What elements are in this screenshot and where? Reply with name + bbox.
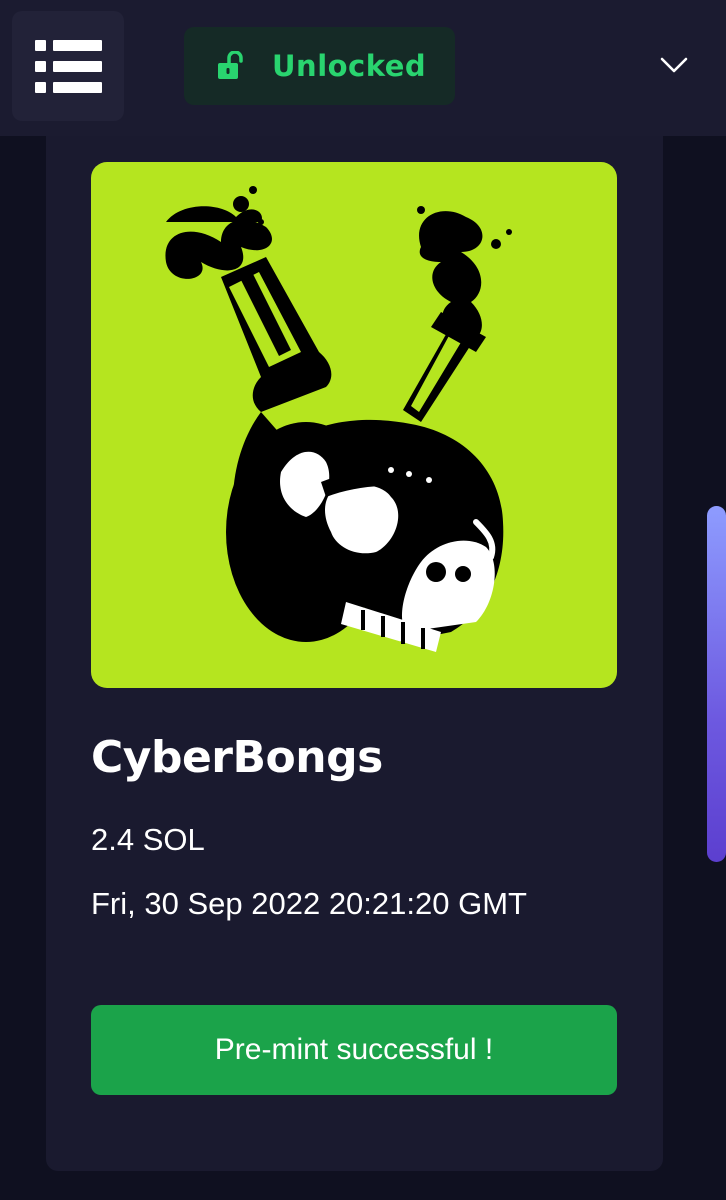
unlock-status-button[interactable]: Unlocked <box>184 27 455 105</box>
page: Unlocked CyberBongs 2.4 SOL Fri, 30 Sep … <box>0 0 726 1200</box>
top-bar: Unlocked <box>0 0 726 136</box>
nft-title: CyberBongs <box>91 732 383 783</box>
nft-price: 2.4 SOL <box>91 822 205 857</box>
chevron-down-icon[interactable] <box>656 50 692 80</box>
nft-date: Fri, 30 Sep 2022 20:21:20 GMT <box>91 886 527 921</box>
menu-button[interactable] <box>12 11 124 121</box>
nft-card: CyberBongs 2.4 SOL Fri, 30 Sep 2022 20:2… <box>46 136 663 1171</box>
nft-image <box>91 162 617 688</box>
unlock-label: Unlocked <box>272 49 427 83</box>
skull-bong-illustration <box>165 186 512 652</box>
scrollbar-thumb[interactable] <box>707 506 726 862</box>
unlocked-padlock-icon <box>218 51 243 79</box>
pre-mint-status-button[interactable]: Pre-mint successful ! <box>91 1005 617 1095</box>
